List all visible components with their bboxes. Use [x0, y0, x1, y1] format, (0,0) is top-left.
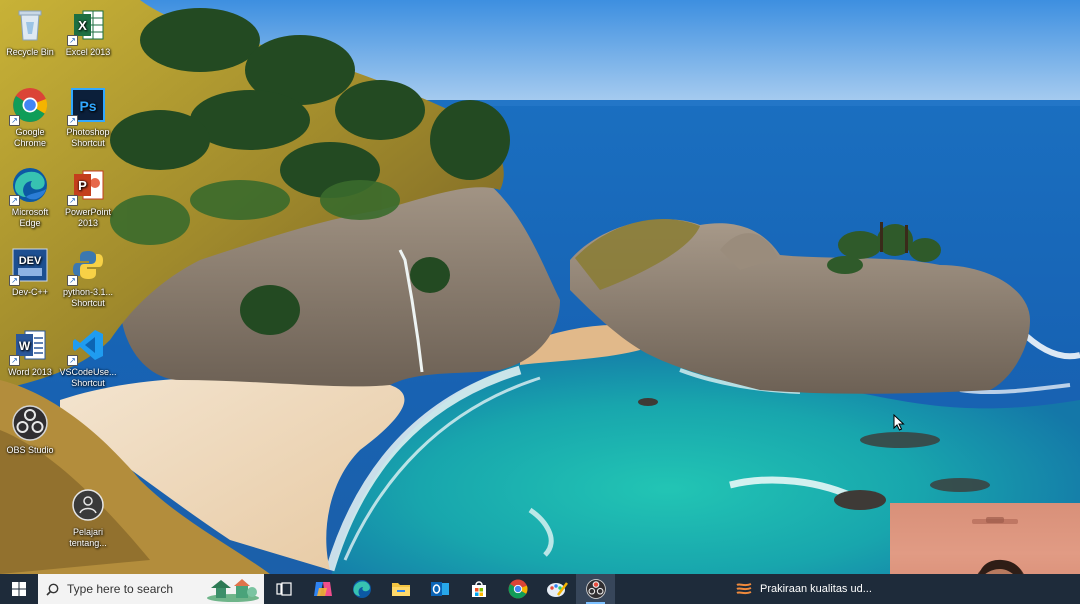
desktop-icon-obs-studio[interactable]: OBS Studio	[0, 404, 60, 456]
edge-icon	[352, 580, 371, 598]
taskbar-search-input[interactable]: Type here to search	[38, 574, 264, 604]
desktop-icon-google-chrome[interactable]: ↗ Google Chrome	[0, 86, 60, 149]
desktop-icon-label: Pelajari tentang...	[69, 527, 107, 548]
taskbar-outlook-button[interactable]	[420, 574, 459, 604]
chrome-icon	[508, 579, 527, 599]
chrome-icon: ↗	[9, 86, 49, 126]
store-icon	[471, 581, 486, 597]
desktop-icon-label: python-3.1... Shortcut	[62, 287, 114, 308]
taskbar-paint-button[interactable]	[537, 574, 576, 604]
taskbar-microsoft-store-button[interactable]	[459, 574, 498, 604]
taskbar-obs-button[interactable]	[576, 574, 615, 604]
desktop-icon-vscode[interactable]: ↗ VSCodeUse... Shortcut	[58, 326, 118, 389]
desktop-icon-photoshop[interactable]: Ps ↗ Photoshop Shortcut	[58, 86, 118, 149]
dev-cpp-icon: DEV ↗	[9, 246, 49, 286]
powerpoint-icon: P ↗	[67, 166, 107, 206]
air-quality-icon	[736, 583, 752, 595]
taskbar-edge-button[interactable]	[342, 574, 381, 604]
taskbar-task-view-button[interactable]	[264, 574, 303, 604]
svg-text:P: P	[78, 178, 87, 193]
search-highlight-art-icon	[207, 579, 259, 602]
desktop-icon-recycle-bin[interactable]: Recycle Bin	[0, 6, 60, 58]
desktop-icon-label: OBS Studio	[6, 445, 54, 455]
desktop-icon-excel-2013[interactable]: X ↗ Excel 2013	[58, 6, 118, 58]
vscode-icon: ↗	[67, 326, 107, 366]
photoshop-icon: Ps ↗	[67, 86, 107, 126]
obs-icon	[585, 579, 606, 599]
desktop-icon-label: Dev-C++	[11, 287, 48, 297]
shortcut-arrow-icon: ↗	[67, 355, 78, 366]
desktop-icon-label: Excel 2013	[65, 47, 111, 57]
desktop-icon-label: Microsoft Edge	[11, 207, 49, 228]
mouse-cursor-icon	[893, 413, 905, 436]
search-placeholder: Type here to search	[67, 582, 174, 596]
excel-icon: X ↗	[67, 6, 107, 46]
desktop-icon-pelajari[interactable]: Pelajari tentang...	[58, 486, 118, 549]
recycle-bin-icon	[11, 6, 49, 44]
desktop-icon-microsoft-edge[interactable]: ↗ Microsoft Edge	[0, 166, 60, 229]
shortcut-arrow-icon: ↗	[9, 115, 20, 126]
desktop-icon-dev-cpp[interactable]: DEV ↗ Dev-C++	[0, 246, 60, 298]
taskbar: Type here to search Prakiraan kualitas u…	[0, 574, 1080, 604]
task-view-icon	[275, 582, 292, 596]
svg-text:Ps: Ps	[79, 98, 96, 114]
copilot-icon	[313, 582, 332, 596]
desktop-icon-label: Photoshop Shortcut	[66, 127, 110, 148]
search-icon	[46, 583, 59, 596]
word-icon: W ↗	[9, 326, 49, 366]
desktop-icon-label: VSCodeUse... Shortcut	[59, 367, 117, 388]
desktop-icon-label: Google Chrome	[13, 127, 46, 148]
edge-icon: ↗	[9, 166, 49, 206]
learn-about-icon	[69, 486, 107, 524]
folder-icon	[391, 583, 410, 596]
shortcut-arrow-icon: ↗	[9, 355, 20, 366]
svg-text:X: X	[78, 18, 87, 33]
desktop-icon-label: PowerPoint 2013	[64, 207, 112, 228]
shortcut-arrow-icon: ↗	[67, 115, 78, 126]
paint-icon	[546, 582, 568, 597]
obs-icon	[11, 404, 49, 442]
taskbar-copilot-button[interactable]	[303, 574, 342, 604]
desktop-icon-word-2013[interactable]: W ↗ Word 2013	[0, 326, 60, 378]
desktop-icon-powerpoint-2013[interactable]: P ↗ PowerPoint 2013	[58, 166, 118, 229]
news-text: Prakiraan kualitas ud...	[760, 583, 872, 595]
shortcut-arrow-icon: ↗	[67, 35, 78, 46]
shortcut-arrow-icon: ↗	[9, 275, 20, 286]
shortcut-arrow-icon: ↗	[67, 195, 78, 206]
taskbar-file-explorer-button[interactable]	[381, 574, 420, 604]
windows-logo-icon	[12, 582, 26, 596]
taskbar-news-widget[interactable]: Prakiraan kualitas ud...	[736, 574, 872, 604]
desktop-icon-label: Recycle Bin	[6, 47, 54, 57]
desktop-icon-label: Word 2013	[8, 367, 52, 377]
outlook-icon	[430, 582, 449, 596]
shortcut-arrow-icon: ↗	[9, 195, 20, 206]
desktop-icon-python[interactable]: ↗ python-3.1... Shortcut	[58, 246, 118, 309]
start-button[interactable]	[0, 574, 38, 604]
shortcut-arrow-icon: ↗	[67, 275, 78, 286]
svg-text:W: W	[19, 339, 31, 353]
taskbar-chrome-button[interactable]	[498, 574, 537, 604]
svg-text:DEV: DEV	[19, 255, 42, 267]
python-icon: ↗	[67, 246, 107, 286]
